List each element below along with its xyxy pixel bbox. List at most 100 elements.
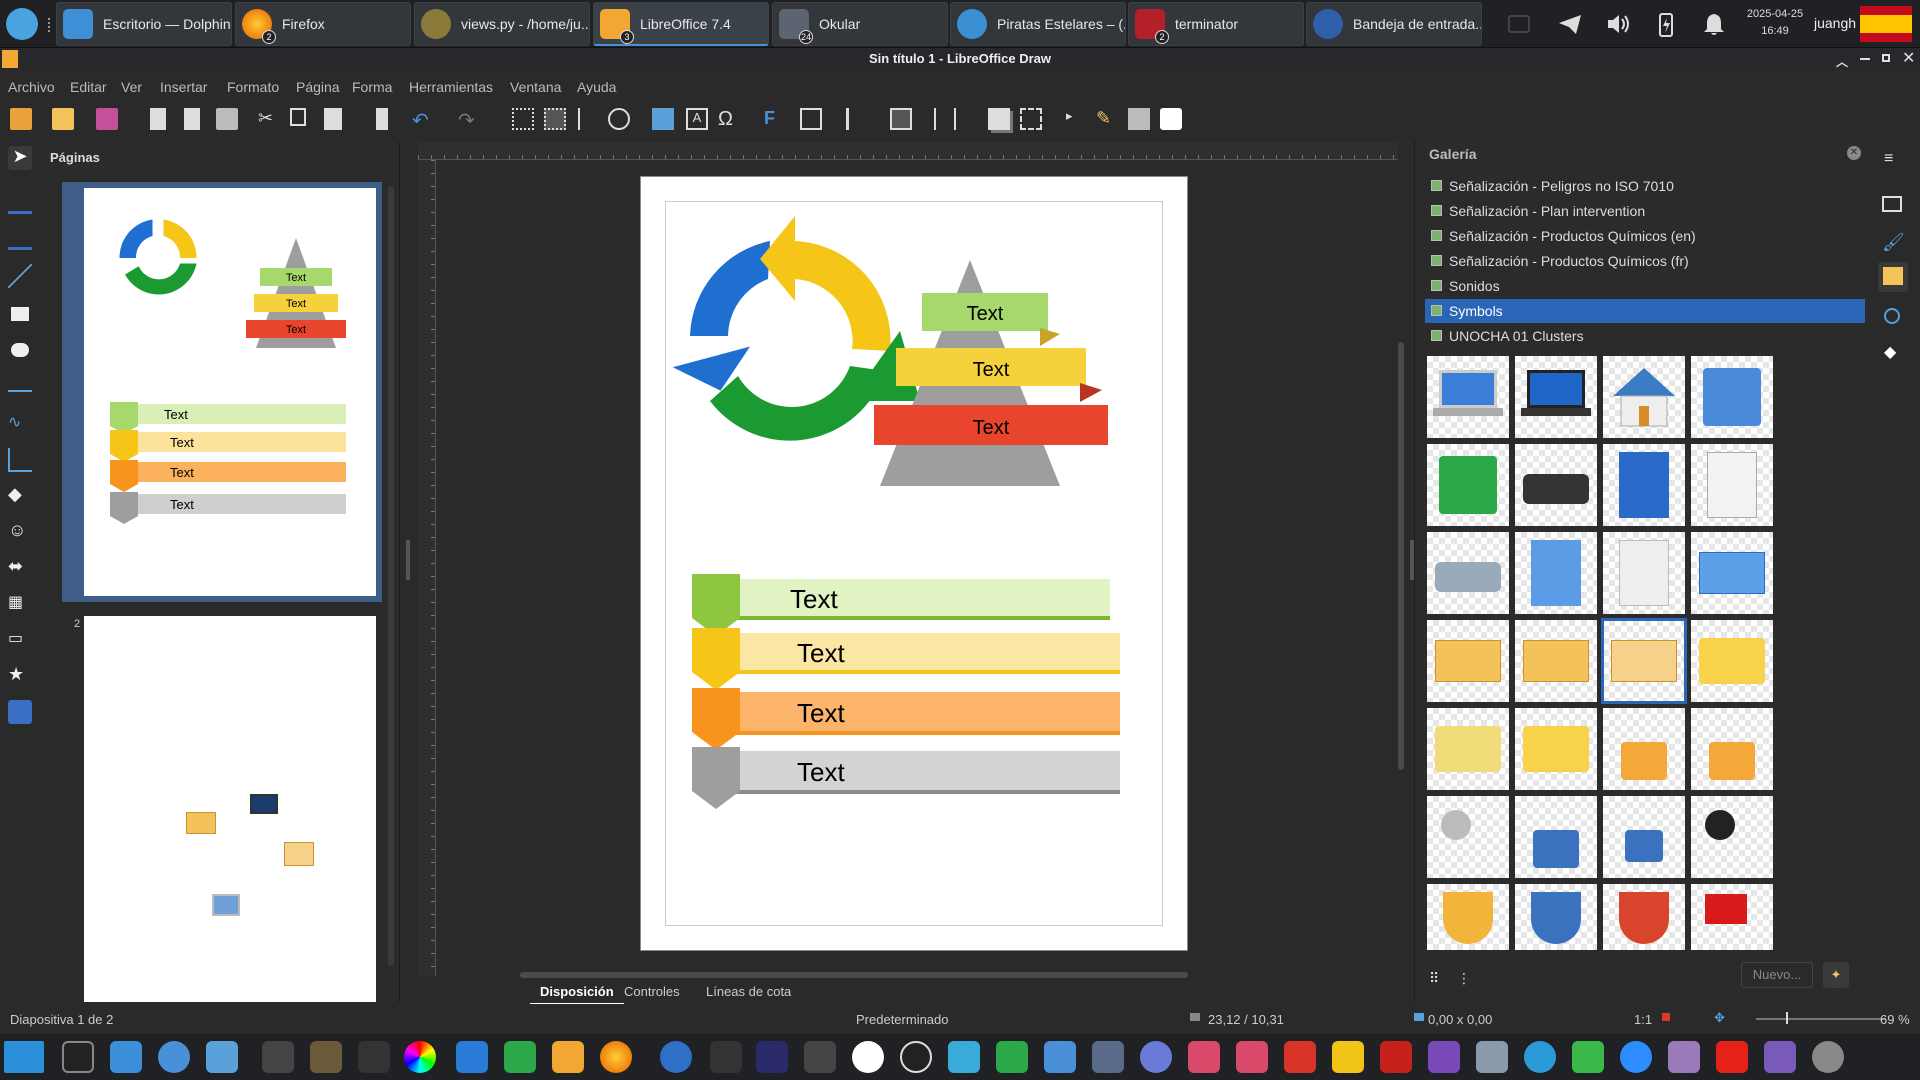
folder-gallery-icon[interactable] (1691, 620, 1773, 702)
flag-spain-icon[interactable] (1860, 6, 1912, 42)
menu-dots-icon[interactable] (48, 18, 52, 32)
games-icon[interactable] (1188, 1041, 1220, 1073)
search-icon[interactable] (206, 1041, 238, 1073)
panel-collapse-handle-left[interactable] (406, 540, 410, 580)
telegram-dock-icon[interactable] (1524, 1041, 1556, 1073)
task-editor[interactable]: views.py - /home/ju... (414, 2, 590, 46)
task-telegram[interactable]: Piratas Estelares – (... (950, 2, 1126, 46)
document-plain-gallery-icon[interactable] (1515, 532, 1597, 614)
app-launcher-icon[interactable] (6, 8, 38, 40)
menu-editar[interactable]: Editar (70, 79, 107, 95)
special-character-icon[interactable]: Ω (718, 108, 740, 130)
fill-color-icon[interactable] (8, 226, 32, 250)
export-pdf-icon[interactable] (184, 108, 200, 130)
envelope-blue-gallery-icon[interactable] (1691, 532, 1773, 614)
octopus-icon[interactable] (1668, 1041, 1700, 1073)
task-firefox[interactable]: 2 Firefox (235, 2, 411, 46)
youtube-icon[interactable] (1716, 1041, 1748, 1073)
username[interactable]: juangh (1814, 15, 1856, 31)
anki-icon[interactable] (852, 1041, 884, 1073)
cut-icon[interactable]: ✂ (258, 108, 280, 130)
save-icon[interactable] (96, 108, 118, 130)
files-icon[interactable] (262, 1041, 294, 1073)
zoom-slider[interactable] (1756, 1018, 1886, 1020)
envelope-open-gallery-icon[interactable] (1601, 618, 1687, 704)
shadow-icon[interactable] (988, 108, 1010, 130)
vertical-ruler[interactable] (418, 160, 436, 976)
basic-shapes-icon[interactable]: ◆ (8, 484, 32, 508)
menu-forma[interactable]: Forma (352, 79, 392, 95)
list-view-icon[interactable]: ⋮ (1457, 970, 1471, 987)
gallery-theme-1[interactable]: Señalización - Peligros no ISO 7010 (1425, 174, 1865, 198)
task-okular[interactable]: 24 Okular (772, 2, 948, 46)
calc-icon[interactable] (504, 1041, 536, 1073)
paste-icon[interactable] (324, 108, 342, 130)
transformations-icon[interactable] (800, 108, 822, 130)
gallery-theme-4[interactable]: Señalización - Productos Químicos (fr) (1425, 249, 1865, 273)
menu-insertar[interactable]: Insertar (160, 79, 207, 95)
curves-icon[interactable]: ∿ (8, 412, 32, 436)
flag-red-gallery-icon[interactable] (1691, 884, 1773, 950)
shield-red-gallery-icon[interactable] (1603, 884, 1685, 950)
libreoffice-icon[interactable] (552, 1041, 584, 1073)
padlock-blue-small-gallery-icon[interactable] (1603, 796, 1685, 878)
app-green-icon[interactable] (1572, 1041, 1604, 1073)
menu-ayuda[interactable]: Ayuda (577, 79, 616, 95)
task-terminator[interactable]: 2 terminator (1128, 2, 1304, 46)
kdeconnect-icon[interactable] (710, 1041, 742, 1073)
menu-pagina[interactable]: Página (296, 79, 340, 95)
clock[interactable]: 2025-04-25 16:49 (1746, 6, 1804, 40)
stellarium-icon[interactable] (756, 1041, 788, 1073)
drawing-canvas[interactable]: Text Text Text Text Text Text Text (640, 176, 1188, 951)
house-gallery-icon[interactable] (1603, 356, 1685, 438)
line-color-icon[interactable] (8, 190, 32, 214)
key-silver-gallery-icon[interactable] (1427, 796, 1509, 878)
canvas-horizontal-scrollbar[interactable] (520, 972, 1188, 978)
icon-view-icon[interactable]: ⠿ (1429, 970, 1439, 987)
task-mail[interactable]: Bandeja de entrada... (1306, 2, 1482, 46)
export-icon[interactable] (150, 108, 166, 130)
line-tool-icon[interactable] (8, 264, 32, 288)
properties-icon[interactable] (1882, 196, 1902, 212)
helplines-icon[interactable] (578, 108, 590, 130)
gimp-icon[interactable] (310, 1041, 342, 1073)
folder-open-gallery-icon[interactable] (1515, 708, 1597, 790)
callouts-icon[interactable]: ▭ (8, 628, 32, 652)
gallery-new-button[interactable]: Nuevo... (1741, 962, 1813, 988)
image-icon[interactable] (652, 108, 674, 130)
new-document-icon[interactable] (10, 108, 32, 130)
toggle-extrusion-icon[interactable] (1128, 108, 1150, 130)
terminal-icon[interactable] (62, 1041, 94, 1073)
gallery-theme-7[interactable]: UNOCHA 01 Clusters (1425, 324, 1865, 348)
filezilla-icon[interactable] (1380, 1041, 1412, 1073)
ellipse-tool-icon[interactable] (8, 338, 32, 362)
status-master[interactable]: Predeterminado (856, 1012, 949, 1027)
gallery-close-icon[interactable]: ✕ (1847, 146, 1861, 160)
floppy-blue-gallery-icon[interactable] (1691, 356, 1773, 438)
notes-icon[interactable] (1428, 1041, 1460, 1073)
stars-icon[interactable]: ★ (8, 664, 32, 688)
select-pointer-icon[interactable]: ➤ (8, 146, 32, 170)
gallery-theme-3[interactable]: Señalización - Productos Químicos (en) (1425, 224, 1865, 248)
gallery-theme-6[interactable]: Symbols (1425, 299, 1865, 323)
menu-ver[interactable]: Ver (121, 79, 142, 95)
text-box-icon[interactable]: A (686, 108, 708, 130)
flowchart-icon[interactable]: ▦ (8, 592, 32, 616)
tab-disposicion[interactable]: Disposición (530, 984, 624, 1005)
new-theme-icon[interactable]: ✦ (1823, 962, 1849, 988)
padlock-open-gallery-icon[interactable] (1691, 708, 1773, 790)
glue-points-icon[interactable]: ✎ (1096, 108, 1118, 130)
print-icon[interactable] (216, 108, 238, 130)
zoom-slider-thumb[interactable] (1786, 1012, 1788, 1024)
screen-icon[interactable] (1508, 15, 1530, 33)
canvas-vertical-scrollbar[interactable] (1398, 342, 1404, 770)
screenshot-icon[interactable] (1092, 1041, 1124, 1073)
zoom-pan-icon[interactable] (608, 108, 630, 130)
window-maximize-icon[interactable] (1882, 54, 1890, 62)
thunderbird-icon[interactable] (660, 1041, 692, 1073)
styles-icon[interactable]: 🖌 (1882, 232, 1905, 253)
telegram-tray-icon[interactable] (1556, 10, 1584, 38)
remote-desktop-icon[interactable] (948, 1041, 980, 1073)
arrange-icon[interactable] (890, 108, 912, 130)
teapot-icon[interactable] (1332, 1041, 1364, 1073)
